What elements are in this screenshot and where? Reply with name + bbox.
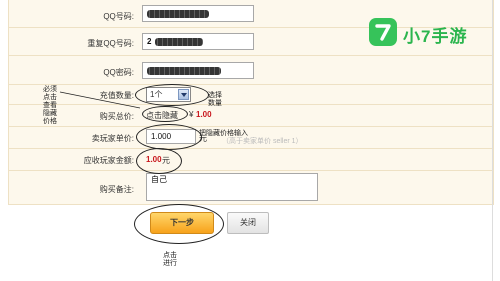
quantity-annotation: 选择数量 [208,92,222,107]
quantity-highlight-ellipse [135,84,209,106]
next-button-highlight-ellipse [134,204,224,244]
click-annotation: 点击进行 [163,252,177,267]
annotation-arrow-line [59,91,141,109]
seven-glyph-icon [375,24,391,41]
price-annotation: 把隐藏价格输入 [199,130,248,137]
receivable-highlight-ellipse [136,148,182,174]
ghost-annotation: （高于卖家单价 seller 1） [222,138,303,145]
unit-price-highlight-ellipse [136,124,202,150]
hidden-price-highlight-ellipse [142,106,188,122]
brand-name: 小7手游 [403,27,468,46]
brand-logo-icon [369,18,397,46]
